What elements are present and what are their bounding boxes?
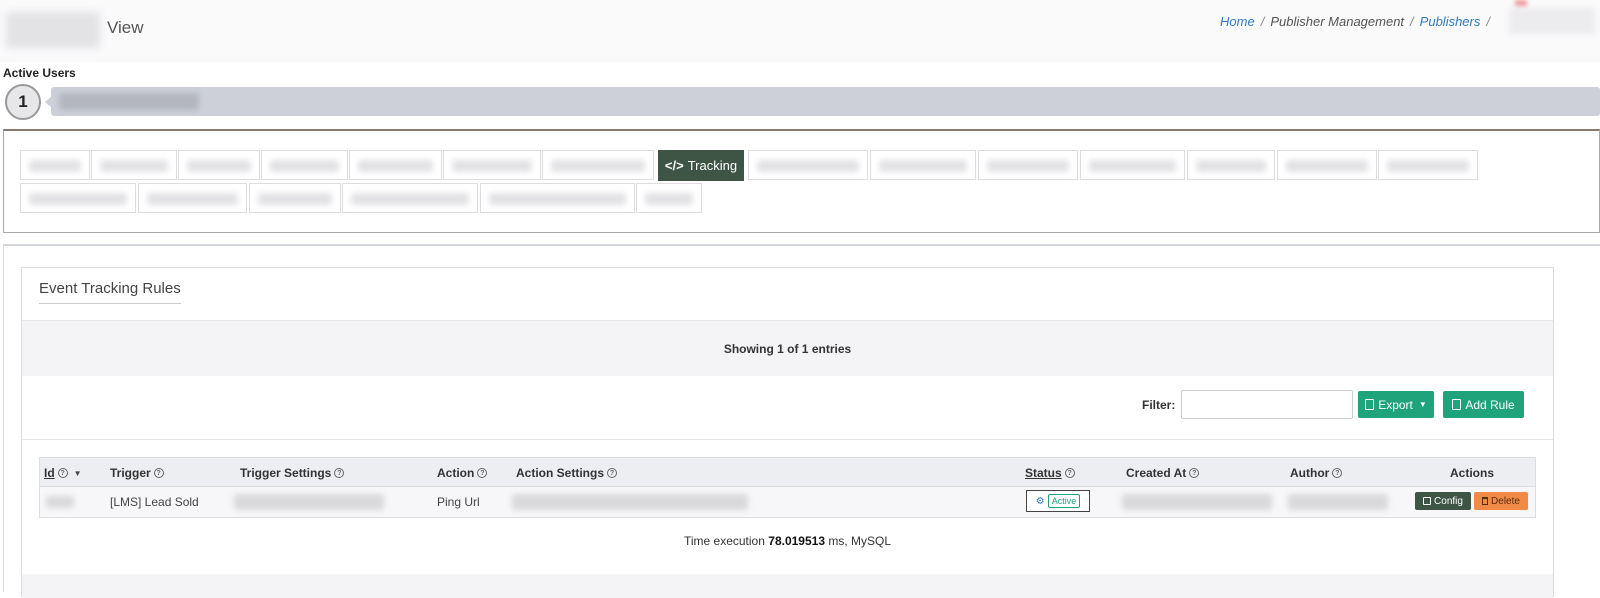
time-value: 78.019513 <box>768 534 825 548</box>
tab-redacted[interactable] <box>748 150 868 180</box>
filter-label: Filter: <box>1142 398 1176 412</box>
id-redacted <box>46 496 74 508</box>
showing-entries: Showing 1 of 1 entries <box>22 320 1553 376</box>
column-header-created-at: Created At ? <box>1126 466 1200 480</box>
help-icon: ? <box>334 468 345 478</box>
breadcrumb-publishers[interactable]: Publishers <box>1420 14 1481 29</box>
main-panel: Event Tracking Rules Showing 1 of 1 entr… <box>3 244 1600 598</box>
event-tracking-rules-card: Event Tracking Rules Showing 1 of 1 entr… <box>21 267 1554 598</box>
active-user-count-badge: 1 <box>5 84 41 120</box>
help-icon: ? <box>477 468 488 478</box>
tab-redacted[interactable] <box>480 183 635 213</box>
column-header-action-settings: Action Settings ? <box>516 466 618 480</box>
tab-redacted[interactable] <box>443 150 541 180</box>
export-button[interactable]: Export ▼ <box>1358 391 1434 418</box>
export-label: Export <box>1378 397 1413 412</box>
author-redacted <box>1288 494 1388 510</box>
help-icon: ? <box>1189 468 1200 478</box>
breadcrumb-separator: / <box>1260 14 1265 29</box>
action-settings-redacted <box>512 494 748 510</box>
trigger-cell: [LMS] Lead Sold <box>110 495 199 509</box>
tabs-panel: </> Tracking <box>3 129 1600 233</box>
config-button[interactable]: Config <box>1415 492 1471 510</box>
card-title: Event Tracking Rules <box>39 280 181 304</box>
created-at-redacted <box>1122 494 1272 510</box>
tab-redacted[interactable] <box>978 150 1078 180</box>
card-footer <box>22 574 1553 598</box>
column-header-trigger: Trigger ? <box>110 466 164 480</box>
help-icon: ? <box>57 468 68 478</box>
tab-redacted[interactable] <box>1277 150 1377 180</box>
tab-redacted[interactable] <box>91 150 177 180</box>
tab-redacted[interactable] <box>249 183 341 213</box>
add-rule-button[interactable]: Add Rule <box>1443 391 1524 418</box>
active-user-bubble <box>51 87 1600 116</box>
tab-tracking-label: Tracking <box>687 158 738 173</box>
breadcrumb-publisher-management: Publisher Management <box>1270 14 1405 29</box>
help-icon: ? <box>1332 468 1343 478</box>
breadcrumb: Home / Publisher Management / Publishers… <box>1220 14 1490 29</box>
tab-redacted[interactable] <box>1080 150 1185 180</box>
tab-redacted[interactable] <box>178 150 260 180</box>
tab-redacted[interactable] <box>20 183 136 213</box>
chevron-down-icon: ▼ <box>1418 400 1427 409</box>
edit-icon <box>1423 497 1432 505</box>
active-users-label: Active Users <box>3 66 76 80</box>
table-header: Id ? ▼ Trigger ? Trigger Settings ? Acti… <box>40 458 1535 487</box>
breadcrumb-home[interactable]: Home <box>1220 14 1255 29</box>
tab-redacted[interactable] <box>342 183 478 213</box>
tab-redacted[interactable] <box>870 150 976 180</box>
help-icon: ? <box>153 468 164 478</box>
code-icon: </> <box>664 158 684 173</box>
status-cell[interactable]: ⚙ Active <box>1026 490 1090 512</box>
add-rule-label: Add Rule <box>1465 397 1515 412</box>
tab-redacted[interactable] <box>542 150 654 180</box>
column-header-author: Author ? <box>1290 466 1343 480</box>
column-header-status[interactable]: Status ? <box>1025 466 1075 480</box>
table-row: [LMS] Lead Sold Ping Url ⚙ Active Config… <box>40 487 1535 517</box>
help-icon: ? <box>607 468 618 478</box>
filter-input[interactable] <box>1181 390 1353 419</box>
column-header-actions: Actions <box>1450 466 1495 480</box>
column-header-id[interactable]: Id ? ▼ <box>44 466 82 480</box>
status-badge: Active <box>1047 494 1081 508</box>
tab-tracking[interactable]: </> Tracking <box>658 150 744 181</box>
trash-icon <box>1482 497 1489 505</box>
file-icon <box>1365 399 1375 410</box>
help-icon: ? <box>1064 468 1075 478</box>
title-redacted <box>6 12 100 48</box>
file-plus-icon <box>1452 399 1462 410</box>
tab-redacted[interactable] <box>636 183 702 213</box>
tab-redacted[interactable] <box>20 150 90 180</box>
user-name-redacted <box>59 93 199 110</box>
tab-redacted[interactable] <box>349 150 442 180</box>
tab-redacted[interactable] <box>138 183 247 213</box>
trigger-settings-redacted <box>234 494 384 510</box>
page-header: View Home / Publisher Management / Publi… <box>0 0 1600 62</box>
gears-icon: ⚙ <box>1035 495 1045 507</box>
page-title: View <box>107 18 144 37</box>
tab-redacted[interactable] <box>261 150 348 180</box>
delete-button[interactable]: Delete <box>1474 492 1528 510</box>
breadcrumb-separator: / <box>1486 14 1490 29</box>
breadcrumb-current-redacted <box>1509 8 1595 34</box>
redacted-mark <box>1515 0 1527 6</box>
action-cell: Ping Url <box>437 495 480 509</box>
rules-table: Id ? ▼ Trigger ? Trigger Settings ? Acti… <box>39 457 1536 518</box>
tab-redacted[interactable] <box>1378 150 1478 180</box>
sort-desc-icon: ▼ <box>73 468 82 478</box>
column-header-trigger-settings: Trigger Settings ? <box>240 466 345 480</box>
tab-redacted[interactable] <box>1187 150 1275 180</box>
column-header-action: Action ? <box>437 466 488 480</box>
toolbar: Filter: Export ▼ Add Rule <box>22 376 1553 440</box>
time-execution: Time execution 78.019513 ms, MySQL <box>683 534 892 548</box>
breadcrumb-separator: / <box>1410 14 1414 29</box>
